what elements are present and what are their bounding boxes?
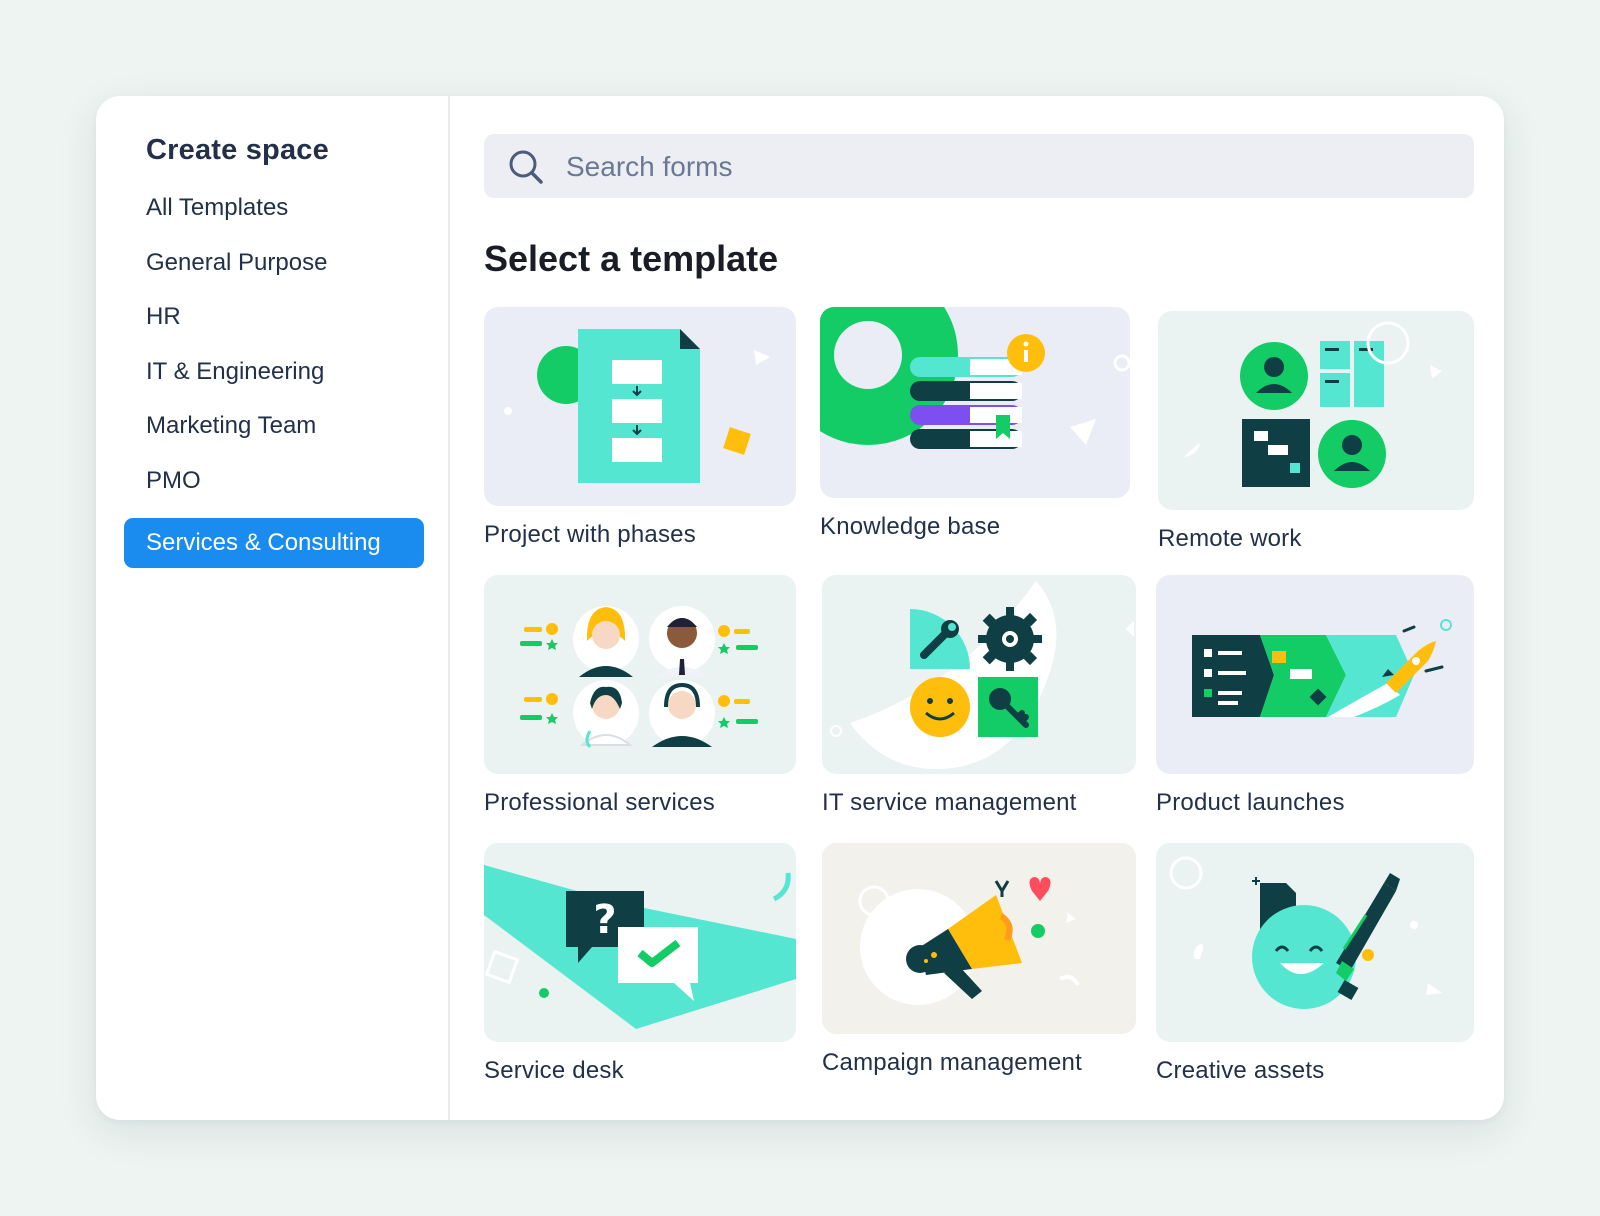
megaphone-icon: [858, 877, 1080, 1005]
chat-question-icon: ?: [484, 865, 796, 1029]
sidebar-item-general-purpose[interactable]: General Purpose: [124, 238, 424, 288]
sidebar-item-it-engineering[interactable]: IT & Engineering: [124, 347, 424, 397]
sidebar-item-all-templates[interactable]: All Templates: [124, 183, 424, 233]
remote-team-icon: [1184, 321, 1442, 488]
template-label: Professional services: [484, 789, 715, 816]
template-label: Knowledge base: [820, 513, 1001, 540]
gear-wrench-key-icon: [830, 581, 1134, 770]
sidebar-item-pmo[interactable]: PMO: [124, 456, 424, 506]
sidebar-title: Create space: [146, 134, 329, 166]
template-card-campaign-management[interactable]: Campaign management: [822, 843, 1136, 1081]
template-thumbnail: [484, 575, 796, 774]
section-title: Select a template: [484, 238, 779, 279]
template-thumbnail: [822, 843, 1136, 1034]
template-thumbnail: [822, 575, 1136, 774]
sidebar-item-hr[interactable]: HR: [124, 292, 424, 342]
main-panel: Select a template Project with: [450, 96, 1504, 1120]
template-thumbnail: ?: [484, 843, 796, 1042]
create-space-dialog: Create space All Templates General Purpo…: [96, 96, 1504, 1120]
template-thumbnail: [1156, 843, 1474, 1042]
template-label: Service desk: [484, 1057, 624, 1084]
template-thumbnail: [1156, 575, 1474, 774]
template-card-it-service-management[interactable]: IT service management: [822, 575, 1136, 821]
template-label: Remote work: [1158, 525, 1302, 552]
people-avatars-icon: [520, 606, 758, 749]
template-label: Project with phases: [484, 521, 696, 548]
search-icon: [509, 150, 543, 184]
template-card-service-desk[interactable]: ? Service desk: [484, 843, 796, 1089]
search-bar[interactable]: [484, 134, 1474, 200]
books-stack-icon: [820, 307, 1130, 449]
rocket-launch-icon: [1192, 619, 1452, 717]
sidebar-item-marketing-team[interactable]: Marketing Team: [124, 401, 424, 451]
template-label: IT service management: [822, 789, 1077, 816]
template-card-professional-services[interactable]: Professional services: [484, 575, 796, 821]
template-thumbnail: [484, 307, 796, 506]
template-label: Campaign management: [822, 1049, 1082, 1076]
template-thumbnail: [1158, 311, 1474, 510]
template-label: Product launches: [1156, 789, 1345, 816]
template-label: Creative assets: [1156, 1057, 1325, 1084]
search-input[interactable]: [564, 134, 1448, 200]
sidebar: Create space All Templates General Purpo…: [96, 96, 450, 1120]
template-card-remote-work[interactable]: Remote work: [1158, 311, 1474, 557]
template-card-knowledge-base[interactable]: Knowledge base: [820, 307, 1130, 545]
template-card-product-launches[interactable]: Product launches: [1156, 575, 1474, 821]
template-thumbnail: [820, 307, 1130, 498]
template-card-creative-assets[interactable]: Creative assets: [1156, 843, 1474, 1089]
sidebar-item-services-consulting[interactable]: Services & Consulting: [124, 518, 424, 568]
svg-text:?: ?: [593, 897, 616, 943]
document-phases-icon: [504, 329, 770, 483]
smiley-pen-icon: [1169, 856, 1442, 1009]
template-card-project-with-phases[interactable]: Project with phases: [484, 307, 796, 553]
